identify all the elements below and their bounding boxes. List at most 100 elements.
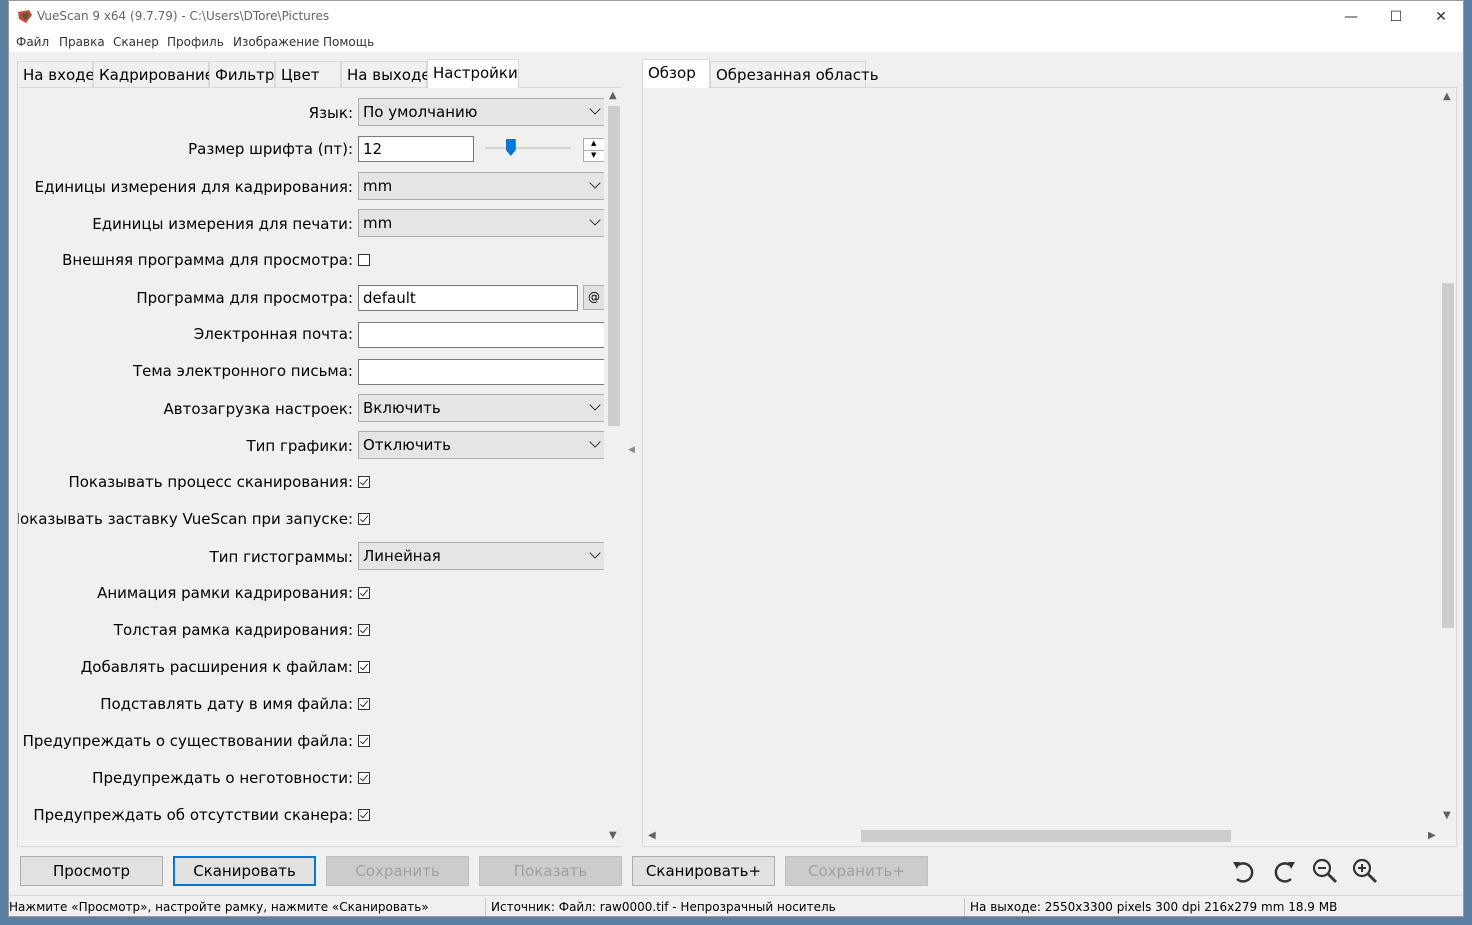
- tab-settings[interactable]: Настройки: [427, 59, 519, 88]
- scroll-down-icon[interactable]: ▼: [1443, 810, 1451, 821]
- crop-units-value: mm: [363, 177, 393, 195]
- menu-bar: Файл Правка Сканер Профиль Изображение П…: [9, 32, 1463, 52]
- viewer-program-input[interactable]: default: [358, 285, 578, 311]
- scroll-down-icon[interactable]: ▼: [609, 830, 617, 841]
- autoload-dropdown[interactable]: Включить: [358, 394, 604, 422]
- preview-button[interactable]: Просмотр: [20, 856, 163, 886]
- histogram-type-label: Тип гистограммы:: [209, 548, 353, 566]
- show-button[interactable]: Показать: [479, 856, 622, 886]
- email-subject-label: Тема электронного письма:: [132, 362, 353, 380]
- menu-edit[interactable]: Правка: [59, 35, 105, 49]
- status-output: На выходе: 2550x3300 pixels 300 dpi 216x…: [970, 900, 1338, 914]
- settings-panel: Язык: По умолчанию Размер шрифта (пт): 1…: [17, 87, 622, 847]
- zoom-in-icon[interactable]: [1351, 857, 1379, 885]
- settings-scrollbar[interactable]: ▲ ▼: [606, 88, 622, 846]
- preview-panel[interactable]: ▲ ▼ ◀ ▶: [642, 87, 1457, 847]
- font-size-slider-thumb[interactable]: [505, 139, 516, 156]
- thick-crop-checkbox[interactable]: [358, 624, 370, 636]
- warn-exists-label: Предупреждать о существовании файла:: [22, 732, 353, 750]
- warn-not-ready-checkbox[interactable]: [358, 772, 370, 784]
- external-viewer-checkbox[interactable]: [358, 254, 370, 266]
- tab-filter[interactable]: Фильтр: [209, 61, 275, 87]
- save-button[interactable]: Сохранить: [326, 856, 469, 886]
- menu-help[interactable]: Помощь: [323, 35, 374, 49]
- autoload-value: Включить: [363, 399, 441, 417]
- settings-content: Язык: По умолчанию Размер шрифта (пт): 1…: [18, 88, 604, 846]
- chevron-down-icon: [589, 399, 601, 411]
- zoom-out-icon[interactable]: [1311, 857, 1339, 885]
- maximize-button[interactable]: ☐: [1373, 1, 1419, 32]
- warn-not-ready-label: Предупреждать о неготовности:: [92, 769, 353, 787]
- spinner-down-icon[interactable]: ▼: [591, 151, 596, 159]
- rotate-right-icon[interactable]: [1271, 857, 1299, 885]
- spinner-up-icon[interactable]: ▲: [591, 139, 596, 147]
- crop-units-label: Единицы измерения для кадрирования:: [34, 178, 353, 196]
- show-progress-label: Показывать процесс сканирования:: [68, 473, 353, 491]
- menu-scanner[interactable]: Сканер: [113, 35, 159, 49]
- collapse-left-icon[interactable]: ◀: [628, 445, 635, 455]
- graphics-type-label: Тип графики:: [246, 437, 353, 455]
- maximize-icon: ☐: [1389, 8, 1403, 25]
- crop-units-dropdown[interactable]: mm: [358, 172, 604, 200]
- rotate-left-icon[interactable]: [1229, 857, 1257, 885]
- vuescan-app-icon: [18, 10, 32, 23]
- scan-button[interactable]: Сканировать: [173, 856, 316, 886]
- email-subject-input[interactable]: [358, 359, 604, 385]
- tab-output[interactable]: На выходе: [341, 61, 431, 87]
- warn-exists-checkbox[interactable]: [358, 735, 370, 747]
- thick-crop-label: Толстая рамка кадрирования:: [113, 621, 353, 639]
- preview-vscrollbar-thumb[interactable]: [1442, 283, 1454, 628]
- tab-input[interactable]: На входе: [17, 61, 95, 87]
- date-filename-checkbox[interactable]: [358, 698, 370, 710]
- tab-color[interactable]: Цвет: [275, 61, 341, 87]
- external-viewer-label: Внешняя программа для просмотра:: [62, 251, 353, 269]
- chevron-down-icon: [589, 547, 601, 559]
- title-bar[interactable]: VueScan 9 x64 (9.7.79) - C:\Users\DTore\…: [9, 1, 1463, 32]
- scroll-up-icon[interactable]: ▲: [609, 90, 617, 101]
- preview-hscrollbar-thumb[interactable]: [861, 830, 1231, 842]
- font-size-slider-track[interactable]: [485, 139, 571, 156]
- scroll-right-icon[interactable]: ▶: [1428, 830, 1436, 841]
- close-icon: ✕: [1435, 8, 1447, 25]
- autoload-label: Автозагрузка настроек:: [163, 400, 354, 418]
- language-value: По умолчанию: [363, 103, 478, 121]
- close-button[interactable]: ✕: [1418, 1, 1463, 32]
- scroll-left-icon[interactable]: ◀: [648, 830, 656, 841]
- tab-crop[interactable]: Кадрирование: [93, 61, 214, 87]
- status-hint: Нажмите «Просмотр», настройте рамку, наж…: [9, 900, 429, 914]
- graphics-type-dropdown[interactable]: Отключить: [358, 431, 604, 459]
- chevron-down-icon: [589, 177, 601, 189]
- print-units-value: mm: [363, 214, 393, 232]
- menu-profile[interactable]: Профиль: [167, 35, 224, 49]
- font-size-input[interactable]: 12: [358, 136, 474, 162]
- histogram-type-dropdown[interactable]: Линейная: [358, 542, 604, 570]
- show-progress-checkbox[interactable]: [358, 476, 370, 488]
- menu-file[interactable]: Файл: [16, 35, 49, 49]
- show-splash-checkbox[interactable]: [358, 513, 370, 525]
- scroll-up-icon[interactable]: ▲: [1443, 91, 1451, 102]
- browse-viewer-button[interactable]: @: [583, 285, 604, 310]
- email-label: Электронная почта:: [193, 325, 353, 343]
- histogram-type-value: Линейная: [363, 547, 441, 565]
- preview-vscrollbar[interactable]: ▲ ▼: [1440, 88, 1456, 828]
- language-label: Язык:: [308, 104, 353, 122]
- save-plus-button[interactable]: Сохранить+: [785, 856, 928, 886]
- animate-crop-checkbox[interactable]: [358, 587, 370, 599]
- date-filename-label: Подставлять дату в имя файла:: [100, 695, 353, 713]
- settings-scrollbar-thumb[interactable]: [608, 106, 620, 426]
- warn-no-scanner-checkbox[interactable]: [358, 809, 370, 821]
- font-size-spinner[interactable]: ▲ ▼: [583, 138, 604, 162]
- minimize-button[interactable]: —: [1328, 1, 1374, 32]
- show-splash-label: Показывать заставку VueScan при запуске:: [18, 510, 353, 528]
- language-dropdown[interactable]: По умолчанию: [358, 98, 604, 126]
- scan-plus-button[interactable]: Сканировать+: [632, 856, 775, 886]
- menu-image[interactable]: Изображение: [233, 35, 319, 49]
- chevron-down-icon: [589, 436, 601, 448]
- tab-preview[interactable]: Обзор: [642, 59, 710, 88]
- email-input[interactable]: [358, 322, 604, 348]
- print-units-dropdown[interactable]: mm: [358, 209, 604, 237]
- add-extensions-checkbox[interactable]: [358, 661, 370, 673]
- add-extensions-label: Добавлять расширения к файлам:: [80, 658, 353, 676]
- preview-hscrollbar[interactable]: ◀ ▶: [643, 828, 1440, 844]
- tab-cropped-area[interactable]: Обрезанная область: [710, 61, 879, 87]
